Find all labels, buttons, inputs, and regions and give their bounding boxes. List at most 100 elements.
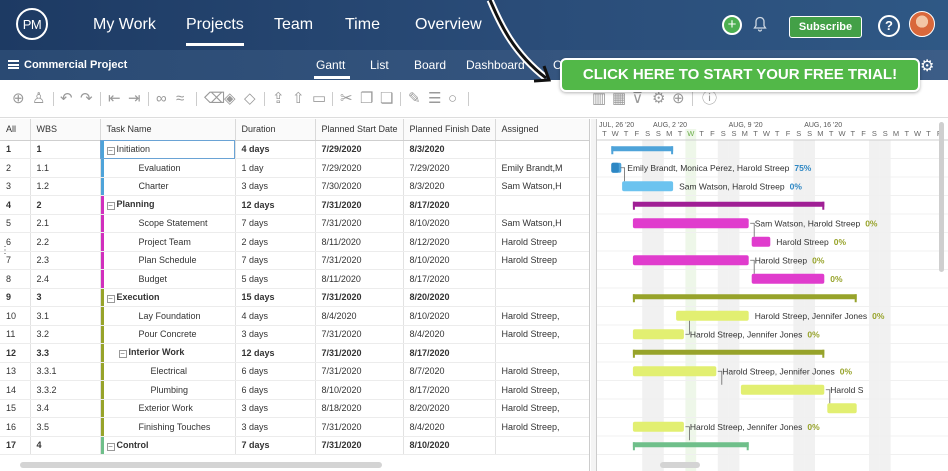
cell-row-number[interactable]: 2	[0, 158, 31, 178]
gantt-horizontal-scrollbar[interactable]	[660, 462, 700, 468]
cell-planned-finish[interactable]: 8/17/2020	[403, 380, 496, 400]
tab-list[interactable]: List	[370, 58, 389, 72]
cell-planned-finish[interactable]: 8/10/2020	[403, 214, 496, 233]
cell-assigned[interactable]: Harold Streep	[495, 251, 589, 270]
table-row[interactable]: 1 1− Initiation 4 days 7/29/2020 8/3/2020	[0, 140, 589, 159]
cell-assigned[interactable]: Harold Streep,	[495, 417, 589, 437]
paste-icon[interactable]: ❏	[380, 91, 393, 106]
cell-wbs[interactable]: 1	[30, 140, 101, 159]
summary-bar[interactable]	[611, 146, 674, 152]
column-header-duration[interactable]: Duration	[235, 119, 316, 141]
bell-icon[interactable]	[753, 16, 767, 32]
paint-bucket-icon[interactable]: ◈	[224, 91, 236, 106]
cell-assigned[interactable]: Harold Streep,	[495, 380, 589, 400]
info-icon[interactable]: ⓘ	[702, 91, 717, 106]
cell-assigned[interactable]	[495, 343, 589, 363]
cell-wbs[interactable]: 1.2	[30, 177, 101, 196]
help-icon[interactable]: ?	[878, 15, 900, 37]
cell-planned-start[interactable]: 7/31/2020	[315, 195, 404, 215]
cell-assigned[interactable]: Harold Streep,	[495, 362, 589, 381]
cell-row-number[interactable]: 12	[0, 343, 31, 363]
nav-my-work[interactable]: My Work	[93, 16, 156, 34]
cell-row-number[interactable]: 3	[0, 177, 31, 196]
cell-row-number[interactable]: 17	[0, 436, 31, 455]
cell-wbs[interactable]: 3.3.2	[30, 380, 101, 400]
tab-gantt[interactable]: Gantt	[316, 58, 345, 72]
cell-row-number[interactable]: 13	[0, 362, 31, 381]
cell-planned-start[interactable]: 8/11/2020	[315, 269, 404, 289]
cell-planned-finish[interactable]: 8/3/2020	[403, 177, 496, 196]
cell-assigned[interactable]: Harold Streep,	[495, 325, 589, 344]
table-row[interactable]: 16 3.5 Finishing Touches 3 days 7/31/2020 8/4…	[0, 417, 589, 437]
table-row[interactable]: 10 3.1 Lay Foundation 4 days 8/4/2020 8/10/20…	[0, 306, 589, 326]
tab-dashboard[interactable]: Dashboard	[466, 58, 525, 72]
table-row[interactable]: 13 3.3.1 Electrical 6 days 7/31/2020 8/7/2020…	[0, 362, 589, 381]
task-bar[interactable]	[676, 310, 749, 321]
cell-assigned[interactable]	[495, 288, 589, 307]
cell-planned-start[interactable]: 7/31/2020	[315, 417, 404, 437]
cell-task-name[interactable]: Budget	[100, 269, 236, 289]
cell-planned-start[interactable]: 7/31/2020	[315, 214, 404, 233]
cell-planned-finish[interactable]: 7/29/2020	[403, 158, 496, 178]
grid-horizontal-scrollbar[interactable]	[20, 462, 382, 468]
column-header-planned-start[interactable]: Planned Start Date	[315, 119, 404, 141]
cell-planned-start[interactable]: 7/31/2020	[315, 343, 404, 363]
cut-icon[interactable]: ✂	[340, 91, 353, 106]
cell-assigned[interactable]	[495, 269, 589, 289]
task-bar[interactable]	[827, 403, 857, 414]
cell-duration[interactable]: 15 days	[235, 288, 316, 307]
cell-duration[interactable]: 12 days	[235, 195, 316, 215]
cell-wbs[interactable]: 3.4	[30, 399, 101, 418]
task-bar[interactable]	[632, 255, 749, 266]
cell-duration[interactable]: 3 days	[235, 399, 316, 418]
cell-task-name[interactable]: Charter	[100, 177, 236, 196]
add-user-icon[interactable]: ♙	[32, 91, 45, 106]
cell-planned-start[interactable]: 7/31/2020	[315, 251, 404, 270]
table-row[interactable]: 12 3.3− Interior Work 12 days 7/31/2020 8/17/…	[0, 343, 589, 363]
cell-row-number[interactable]: 15	[0, 399, 31, 418]
cell-wbs[interactable]: 3.3	[30, 343, 101, 363]
table-row[interactable]: 2 1.1 Evaluation 1 day 7/29/2020 7/29/2020 Emi…	[0, 158, 589, 178]
cell-task-name[interactable]: − Planning	[100, 195, 236, 215]
cell-planned-start[interactable]: 7/29/2020	[315, 158, 404, 178]
cell-planned-start[interactable]: 8/18/2020	[315, 399, 404, 418]
table-row[interactable]: 3 1.2 Charter 3 days 7/30/2020 8/3/2020 Sam Wa…	[0, 177, 589, 196]
cell-planned-finish[interactable]: 8/20/2020	[403, 288, 496, 307]
cell-task-name[interactable]: Lay Foundation	[100, 306, 236, 326]
cell-assigned[interactable]	[495, 140, 589, 159]
cell-wbs[interactable]: 2.1	[30, 214, 101, 233]
cell-wbs[interactable]: 3	[30, 288, 101, 307]
cell-planned-start[interactable]: 7/31/2020	[315, 288, 404, 307]
cell-duration[interactable]: 7 days	[235, 251, 316, 270]
cell-duration[interactable]: 4 days	[235, 306, 316, 326]
table-icon[interactable]: ▦	[612, 91, 626, 106]
table-row[interactable]: 14 3.3.2 Plumbing 6 days 8/10/2020 8/17/2020 H…	[0, 380, 589, 400]
collapse-toggle-icon[interactable]: −	[118, 350, 127, 359]
cell-row-number[interactable]: 10	[0, 306, 31, 326]
cell-duration[interactable]: 7 days	[235, 214, 316, 233]
cell-row-number[interactable]: 8	[0, 269, 31, 289]
outdent-icon[interactable]: ⇤	[108, 91, 121, 106]
table-row[interactable]: 15 3.4 Exterior Work 3 days 8/18/2020 8/20/20…	[0, 399, 589, 418]
nav-time[interactable]: Time	[345, 16, 380, 34]
cell-planned-finish[interactable]: 8/17/2020	[403, 343, 496, 363]
collapse-toggle-icon[interactable]: −	[106, 294, 115, 303]
table-row[interactable]: 17 4− Control 7 days 7/31/2020 8/10/2020	[0, 436, 589, 455]
add-task-icon[interactable]: ⊕	[12, 91, 25, 106]
cell-planned-finish[interactable]: 8/10/2020	[403, 251, 496, 270]
cell-row-number[interactable]: 16	[0, 417, 31, 437]
cell-duration[interactable]: 3 days	[235, 325, 316, 344]
cell-planned-finish[interactable]: 8/10/2020	[403, 306, 496, 326]
table-row[interactable]: 11 3.2 Pour Concrete 3 days 7/31/2020 8/4/202…	[0, 325, 589, 344]
cell-planned-start[interactable]: 7/30/2020	[315, 177, 404, 196]
drag-handle-icon[interactable]: ⋮	[0, 245, 10, 265]
cell-planned-finish[interactable]: 8/10/2020	[403, 436, 496, 455]
milestone-icon[interactable]: ◇	[244, 91, 256, 106]
cell-duration[interactable]: 6 days	[235, 380, 316, 400]
cell-duration[interactable]: 5 days	[235, 269, 316, 289]
cell-planned-start[interactable]: 8/10/2020	[315, 380, 404, 400]
cell-wbs[interactable]: 2.2	[30, 232, 101, 252]
table-row[interactable]: 4 2− Planning 12 days 7/31/2020 8/17/2020	[0, 195, 589, 215]
cell-task-name[interactable]: Scope Statement	[100, 214, 236, 233]
summary-bar[interactable]	[632, 442, 749, 448]
